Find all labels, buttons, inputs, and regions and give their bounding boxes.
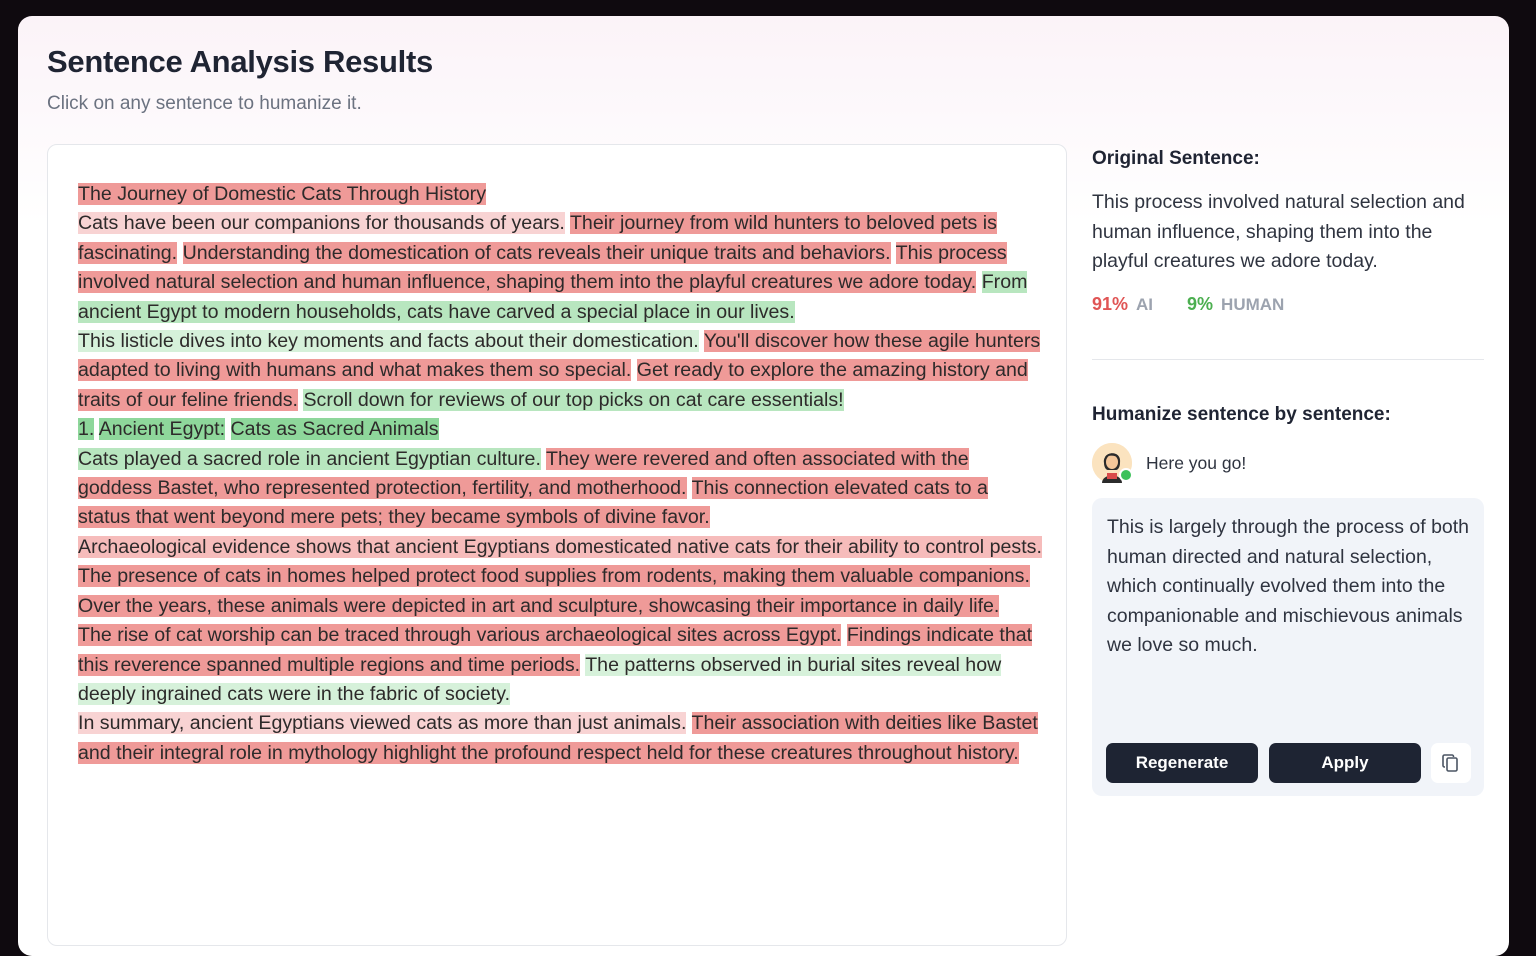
regenerate-button[interactable]: Regenerate — [1106, 743, 1258, 783]
original-sentence-text: This process involved natural selection … — [1092, 191, 1465, 272]
score-row: 91% AI 9% HUMAN — [1092, 294, 1284, 315]
avatar — [1092, 443, 1133, 483]
divider — [1092, 359, 1484, 360]
sentence[interactable]: The presence of cats in homes helped pro… — [78, 565, 1030, 588]
page-subtitle: Click on any sentence to humanize it. — [47, 93, 362, 114]
copy-icon — [1442, 754, 1458, 772]
sentence[interactable]: The Journey of Domestic Cats Through His… — [78, 183, 487, 205]
sentence[interactable]: 1. — [78, 418, 95, 441]
sentence[interactable]: Scroll down for reviews of our top picks… — [303, 388, 844, 411]
humanize-label: Humanize sentence by sentence: — [1092, 404, 1391, 425]
human-score-label: HUMAN — [1221, 295, 1285, 314]
sentence[interactable]: Over the years, these animals were depic… — [78, 594, 1000, 617]
sentence[interactable]: The rise of cat worship can be traced th… — [78, 624, 842, 647]
human-score: 9% — [1187, 294, 1214, 314]
bot-message: Here you go! — [1146, 453, 1247, 473]
copy-button[interactable] — [1431, 743, 1471, 783]
page-title: Sentence Analysis Results — [47, 44, 433, 79]
sentence[interactable]: Understanding the domestication of cats … — [182, 241, 891, 264]
suggestion-text: This is largely through the process of b… — [1107, 516, 1470, 656]
sentence[interactable]: Cats as Sacred Animals — [230, 418, 439, 441]
sentence[interactable]: Cats played a sacred role in ancient Egy… — [78, 447, 541, 470]
original-sentence-label: Original Sentence: — [1092, 148, 1260, 169]
sentence[interactable]: Ancient Egypt: — [98, 418, 226, 441]
ai-score: 91% — [1092, 294, 1129, 314]
sentence[interactable]: Cats have been our companions for thousa… — [78, 212, 565, 235]
sentence[interactable]: In summary, ancient Egyptians viewed cat… — [78, 712, 687, 735]
sentence-panel: The Journey of Domestic Cats Through His… — [47, 144, 1067, 946]
online-indicator — [1119, 468, 1133, 482]
sentence[interactable]: This listicle dives into key moments and… — [78, 330, 699, 353]
ai-score-label: AI — [1136, 295, 1154, 314]
apply-button[interactable]: Apply — [1269, 743, 1421, 783]
suggestion-box: This is largely through the process of b… — [1092, 498, 1484, 796]
sentence[interactable]: Archaeological evidence shows that ancie… — [78, 535, 1042, 558]
sentence-text: The Journey of Domestic Cats Through His… — [78, 180, 1044, 768]
